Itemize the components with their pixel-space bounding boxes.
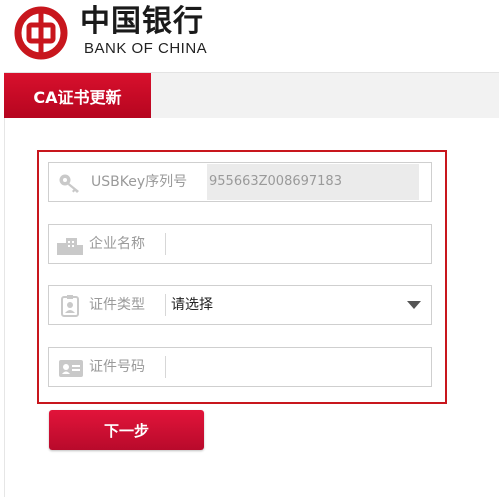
chevron-down-icon[interactable] <box>407 301 421 309</box>
brand-name-cn: 中国银行 <box>80 4 204 39</box>
certificate-type-select[interactable]: 证件类型 请选择 <box>48 285 432 325</box>
header: 中国银行 BANK OF CHINA <box>0 0 499 70</box>
company-name-separator <box>165 233 166 255</box>
certificate-type-separator <box>165 294 166 316</box>
certificate-type-value: 请选择 <box>171 297 213 313</box>
usbkey-serial-field: USBKey序列号 955663Z008697183 <box>48 162 432 202</box>
bank-of-china-logo-icon <box>14 6 68 60</box>
tab-bar: CA证书更新 <box>4 72 499 119</box>
company-name-field[interactable]: 企业名称 <box>48 224 432 264</box>
tab-ca-certificate-update[interactable]: CA证书更新 <box>4 73 151 119</box>
building-icon <box>57 238 83 255</box>
usbkey-serial-input[interactable]: 955663Z008697183 <box>207 164 419 200</box>
key-icon <box>59 174 79 193</box>
usbkey-serial-value: 955663Z008697183 <box>209 174 342 189</box>
company-name-label: 企业名称 <box>89 236 145 252</box>
id-document-icon <box>59 360 83 377</box>
certificate-number-label: 证件号码 <box>89 359 145 375</box>
certificate-type-label: 证件类型 <box>89 297 145 313</box>
next-step-button[interactable]: 下一步 <box>49 410 204 450</box>
certificate-number-field[interactable]: 证件号码 <box>48 347 432 387</box>
id-card-icon <box>61 295 79 317</box>
brand-name-en: BANK OF CHINA <box>84 40 208 57</box>
usbkey-serial-label: USBKey序列号 <box>91 174 188 190</box>
certificate-number-separator <box>165 356 166 378</box>
